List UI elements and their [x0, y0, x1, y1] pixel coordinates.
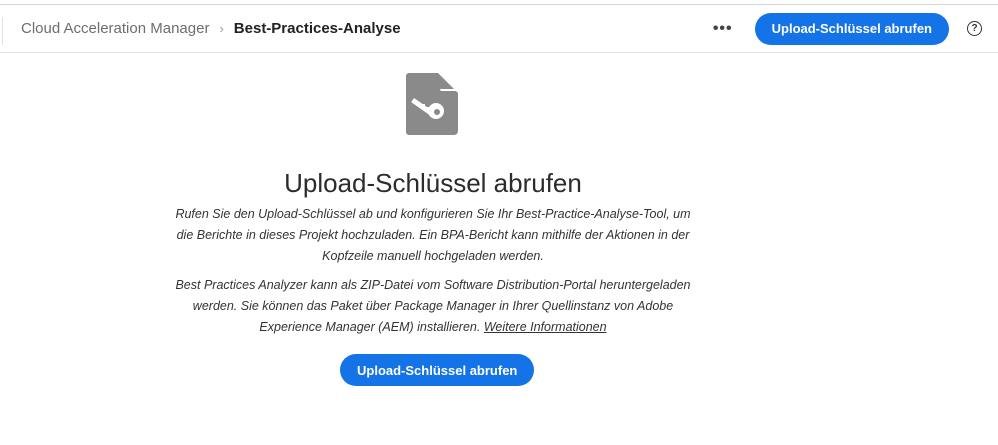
description-1: Rufen Sie den Upload-Schlüssel ab und ko… [175, 207, 691, 263]
breadcrumb-current: Best-Practices-Analyse [233, 20, 401, 37]
divider [2, 17, 3, 45]
get-upload-key-main-button[interactable]: Upload-Schlüssel abrufen [340, 354, 535, 386]
description-2: Best Practices Analyzer kann als ZIP-Dat… [170, 275, 696, 338]
breadcrumb-cloud-acceleration-manager[interactable]: Cloud Acceleration Manager [21, 20, 209, 37]
get-upload-key-button[interactable]: Upload-Schlüssel abrufen [754, 12, 949, 45]
breadcrumb: Cloud Acceleration Manager › Best-Practi… [21, 20, 401, 37]
page-title: Upload-Schlüssel abrufen [284, 168, 582, 198]
header: Cloud Acceleration Manager › Best-Practi… [0, 5, 998, 53]
document-key-icon [406, 73, 458, 135]
help-icon[interactable]: ? [967, 21, 982, 36]
description-2-text: Best Practices Analyzer kann als ZIP-Dat… [175, 278, 691, 334]
more-info-link[interactable]: Weitere Informationen [484, 320, 607, 334]
chevron-right-icon: › [219, 21, 224, 36]
more-icon[interactable]: ••• [713, 20, 733, 38]
